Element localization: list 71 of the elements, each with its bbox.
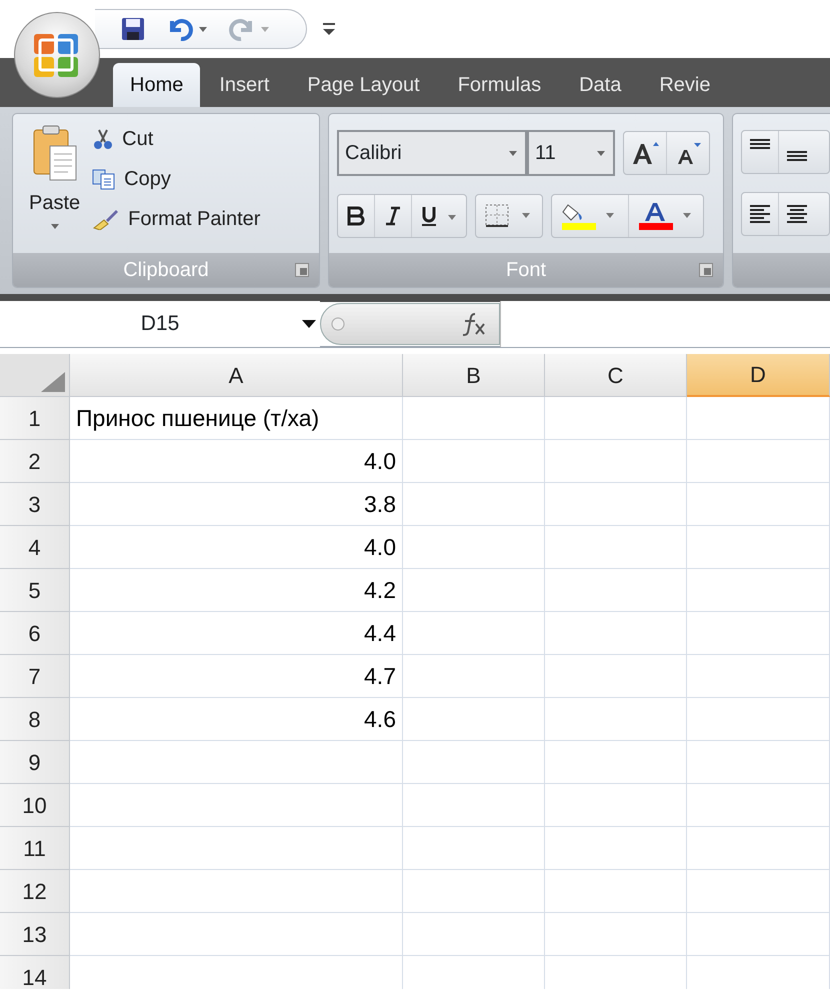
undo-icon [167, 17, 193, 41]
ribbon-tab[interactable]: Formulas [438, 63, 560, 107]
dialog-launcher-icon[interactable] [699, 263, 713, 277]
row-header[interactable]: 13 [0, 913, 70, 956]
table-cell: 3.8 [70, 483, 403, 526]
row-header[interactable]: 7 [0, 655, 70, 698]
copy-button[interactable]: Copy [88, 162, 264, 196]
select-all-icon[interactable] [41, 372, 65, 392]
caret-icon [509, 150, 517, 156]
align-center-icon [787, 205, 807, 223]
row-header[interactable]: 1 [0, 397, 70, 440]
row-header[interactable]: 11 [0, 827, 70, 870]
bold-icon [346, 205, 366, 227]
row-header[interactable]: 2 [0, 440, 70, 483]
row-header[interactable]: 6 [0, 612, 70, 655]
ribbon-tab[interactable]: Home [113, 63, 200, 107]
redo-icon [229, 17, 255, 41]
save-button[interactable] [121, 17, 145, 41]
table-cell: 4.4 [70, 612, 403, 655]
clipboard-icon [32, 124, 78, 182]
column-header[interactable]: A [70, 354, 403, 397]
row-header[interactable]: 4 [0, 526, 70, 569]
paste-button[interactable]: Paste [13, 122, 88, 253]
underline-icon [420, 205, 458, 227]
column-header[interactable]: B [403, 354, 545, 397]
italic-icon [383, 205, 403, 227]
formula-input[interactable] [500, 301, 830, 347]
dropdown-arrow-icon[interactable] [302, 320, 316, 328]
paintbrush-icon [92, 208, 120, 230]
scissors-icon [92, 128, 114, 150]
save-icon [121, 17, 145, 41]
font-size-field[interactable]: 11 [527, 130, 615, 176]
table-cell: 4.7 [70, 655, 403, 698]
undo-button[interactable] [167, 17, 193, 41]
table-cell: 4.6 [70, 698, 403, 741]
column-header[interactable]: C [545, 354, 687, 397]
row-header[interactable]: 10 [0, 784, 70, 827]
dialog-launcher-icon[interactable] [295, 263, 309, 277]
format-painter-button[interactable]: Format Painter [88, 202, 264, 236]
insert-function-button[interactable] [461, 312, 487, 336]
resize-handle-icon[interactable] [331, 317, 345, 331]
ribbon-tab[interactable]: Page Layout [288, 63, 439, 107]
name-box[interactable]: D15 [0, 301, 320, 347]
ribbon-tab[interactable]: Revie [640, 63, 730, 107]
cut-button[interactable]: Cut [88, 122, 264, 156]
align-top-icon [750, 139, 770, 149]
align-middle-icon [787, 151, 807, 161]
column-header[interactable]: D [687, 354, 830, 397]
caret-icon [597, 150, 605, 156]
row-header[interactable]: 9 [0, 741, 70, 784]
grow-font-icon [630, 140, 660, 166]
row-header[interactable]: 5 [0, 569, 70, 612]
group-label: Font [506, 258, 546, 283]
row-header[interactable]: 14 [0, 956, 70, 989]
group-label: Clipboard [123, 258, 209, 283]
table-cell: 4.0 [70, 526, 403, 569]
ribbon-tab[interactable]: Data [560, 63, 640, 107]
row-header[interactable]: 8 [0, 698, 70, 741]
table-cell: Принос пшенице (т/ха) [70, 397, 403, 440]
row-header[interactable]: 3 [0, 483, 70, 526]
function-icon [461, 312, 487, 336]
customize-menu-icon[interactable] [323, 20, 335, 37]
table-cell: 4.0 [70, 440, 403, 483]
ribbon-tab[interactable]: Insert [200, 63, 288, 107]
font-name-field[interactable]: Calibri [337, 130, 527, 176]
caret-icon [50, 224, 59, 229]
align-left-icon [750, 205, 770, 223]
copy-icon [92, 168, 116, 190]
table-cell: 4.2 [70, 569, 403, 612]
row-header[interactable]: 12 [0, 870, 70, 913]
caret-icon[interactable] [199, 26, 207, 32]
